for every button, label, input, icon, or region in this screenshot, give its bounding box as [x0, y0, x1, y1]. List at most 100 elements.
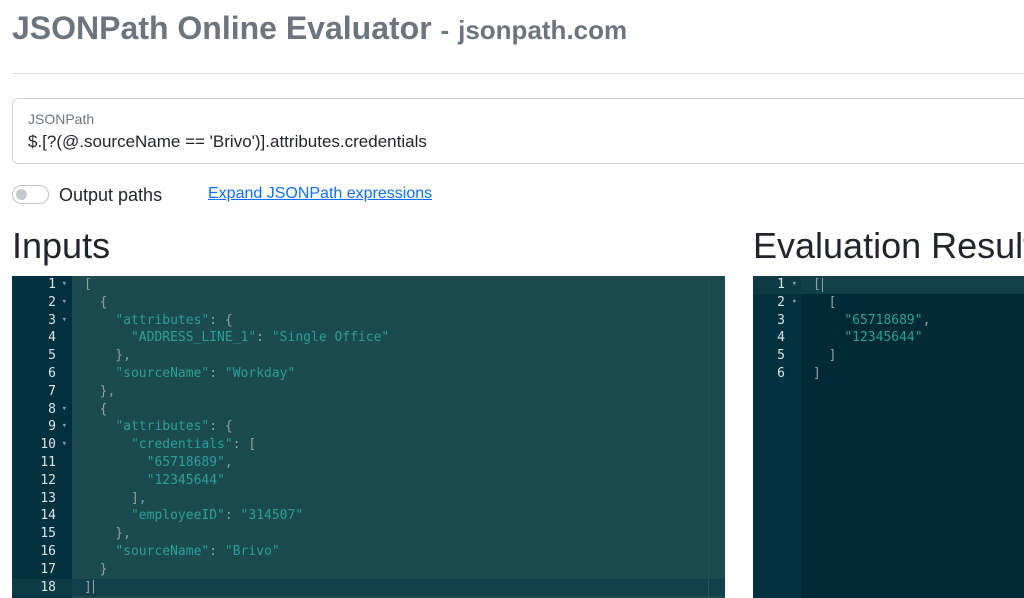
text-cursor — [821, 277, 823, 292]
code-line: [ — [72, 276, 725, 294]
code-text: "65718689", — [146, 454, 233, 470]
code-text: ], — [84, 490, 147, 506]
line-number-row: 15 — [12, 525, 72, 543]
line-number-row: 2 ▾ — [753, 294, 801, 312]
code-text: "sourceName": "Workday" — [115, 365, 296, 381]
site-name: jsonpath.com — [458, 15, 628, 45]
code-text: } — [84, 561, 108, 577]
print-margin — [708, 276, 709, 598]
jsonpath-input[interactable]: $.[?(@.sourceName == 'Brivo')].attribute… — [28, 132, 427, 152]
code-text: [ — [813, 294, 837, 310]
code-text: }, — [84, 383, 116, 399]
inputs-gutter: 1 ▾ 2 ▾ 3 ▾ 4 5 6 7 8 ▾ 9 ▾ 10 ▾ 11 12 13 14 15 16 17 18 — [12, 276, 72, 598]
line-number: 11 — [40, 454, 56, 470]
line-number-row: 7 — [12, 383, 72, 401]
code-line: "sourceName": "Brivo" — [72, 543, 725, 561]
line-number-row: 4 — [12, 329, 72, 347]
code-text: "65718689", — [844, 312, 931, 328]
code-text: }, — [84, 526, 131, 542]
code-text: "attributes": { — [115, 419, 233, 435]
fold-arrow-icon[interactable]: ▾ — [62, 276, 67, 294]
code-line: "employeeID": "314507" — [72, 507, 725, 525]
expand-jsonpath-link[interactable]: Expand JSONPath expressions — [208, 185, 432, 203]
code-line: [ — [801, 276, 1024, 294]
line-number: 5 — [48, 348, 56, 364]
line-number: 10 — [40, 437, 56, 453]
results-heading: Evaluation Results — [753, 225, 1024, 266]
line-number-row: 1 ▾ — [12, 276, 72, 294]
code-text: "12345644" — [844, 330, 923, 346]
results-gutter: 1 ▾ 2 ▾ 3 4 5 6 — [753, 276, 801, 598]
code-text: "attributes": { — [115, 312, 233, 328]
line-number: 9 — [48, 419, 56, 435]
fold-arrow-icon[interactable]: ▾ — [62, 436, 67, 454]
code-line: [ — [801, 294, 1024, 312]
line-number-row: 18 — [12, 578, 72, 597]
line-number-row: 16 — [12, 543, 72, 561]
results-editor[interactable]: 1 ▾ 2 ▾ 3 4 5 6 [ [ "65718689", "12345644" ]] — [753, 276, 1024, 598]
code-line: ] — [801, 347, 1024, 365]
code-text: ] — [813, 348, 837, 364]
line-number: 7 — [48, 383, 56, 399]
line-number-row: 14 — [12, 507, 72, 525]
fold-arrow-icon[interactable]: ▾ — [62, 312, 67, 330]
page-title: JSONPath Online Evaluator - jsonpath.com — [12, 6, 627, 52]
code-text: "ADDRESS_LINE_1": "Single Office" — [130, 330, 390, 346]
line-number: 16 — [40, 543, 56, 559]
line-number-row: 3 ▾ — [12, 312, 72, 330]
code-line: "sourceName": "Workday" — [72, 365, 725, 383]
code-line: }, — [72, 347, 725, 365]
line-number: 5 — [777, 348, 785, 364]
output-paths-label: Output paths — [59, 185, 163, 205]
line-number: 1 — [48, 277, 56, 292]
code-line: { — [72, 401, 725, 419]
code-line: ] — [801, 365, 1024, 383]
fold-arrow-icon[interactable]: ▾ — [62, 401, 67, 419]
line-number-row: 1 ▾ — [753, 276, 801, 294]
jsonpath-input-field[interactable]: JSONPath $.[?(@.sourceName == 'Brivo')].… — [12, 98, 1024, 164]
code-text: "employeeID": "314507" — [130, 508, 304, 524]
title-separator: - — [440, 15, 450, 45]
line-number-row: 10 ▾ — [12, 436, 72, 454]
line-number: 4 — [777, 330, 785, 346]
output-paths-toggle[interactable] — [12, 185, 49, 204]
line-number-row: 2 ▾ — [12, 294, 72, 312]
line-number: 8 — [48, 401, 56, 417]
line-number: 3 — [777, 312, 785, 328]
code-text: { — [84, 401, 108, 417]
text-cursor — [92, 580, 94, 595]
code-line: "65718689", — [72, 454, 725, 472]
code-text: "credentials": [ — [130, 437, 257, 453]
code-line: "65718689", — [801, 312, 1024, 330]
line-number-row: 8 ▾ — [12, 401, 72, 419]
inputs-editor[interactable]: 1 ▾ 2 ▾ 3 ▾ 4 5 6 7 8 ▾ 9 ▾ 10 ▾ 11 12 13 14 15 16 17 18 [ { "a… — [12, 276, 725, 598]
code-text: ] — [84, 579, 94, 595]
line-number: 4 — [48, 330, 56, 346]
line-number: 1 — [777, 277, 785, 292]
code-line: "ADDRESS_LINE_1": "Single Office" — [72, 329, 725, 347]
inputs-heading: Inputs — [12, 225, 111, 266]
code-text: "12345644" — [146, 472, 225, 488]
line-number: 13 — [40, 490, 56, 506]
line-number-row: 4 — [753, 329, 801, 347]
fold-arrow-icon[interactable]: ▾ — [62, 418, 67, 436]
code-line: } — [72, 561, 725, 579]
fold-arrow-icon[interactable]: ▾ — [792, 294, 797, 312]
code-line: }, — [72, 525, 725, 543]
fold-arrow-icon[interactable]: ▾ — [62, 294, 67, 312]
line-number-row: 6 — [753, 365, 801, 383]
results-code[interactable]: [ [ "65718689", "12345644" ]] — [801, 276, 1024, 598]
code-line: }, — [72, 383, 725, 401]
line-number-row: 6 — [12, 365, 72, 383]
line-number: 14 — [40, 508, 56, 524]
fold-arrow-icon[interactable]: ▾ — [792, 276, 797, 294]
code-line: ] — [72, 578, 725, 597]
code-text: { — [84, 294, 108, 310]
line-number: 2 — [48, 294, 56, 310]
code-line: "12345644" — [72, 472, 725, 490]
line-number-row: 5 — [12, 347, 72, 365]
inputs-code[interactable]: [ { "attributes": { "ADDRESS_LINE_1": "S… — [72, 276, 725, 598]
line-number-row: 5 — [753, 347, 801, 365]
line-number-row: 3 — [753, 312, 801, 330]
code-text: "sourceName": "Brivo" — [115, 543, 280, 559]
